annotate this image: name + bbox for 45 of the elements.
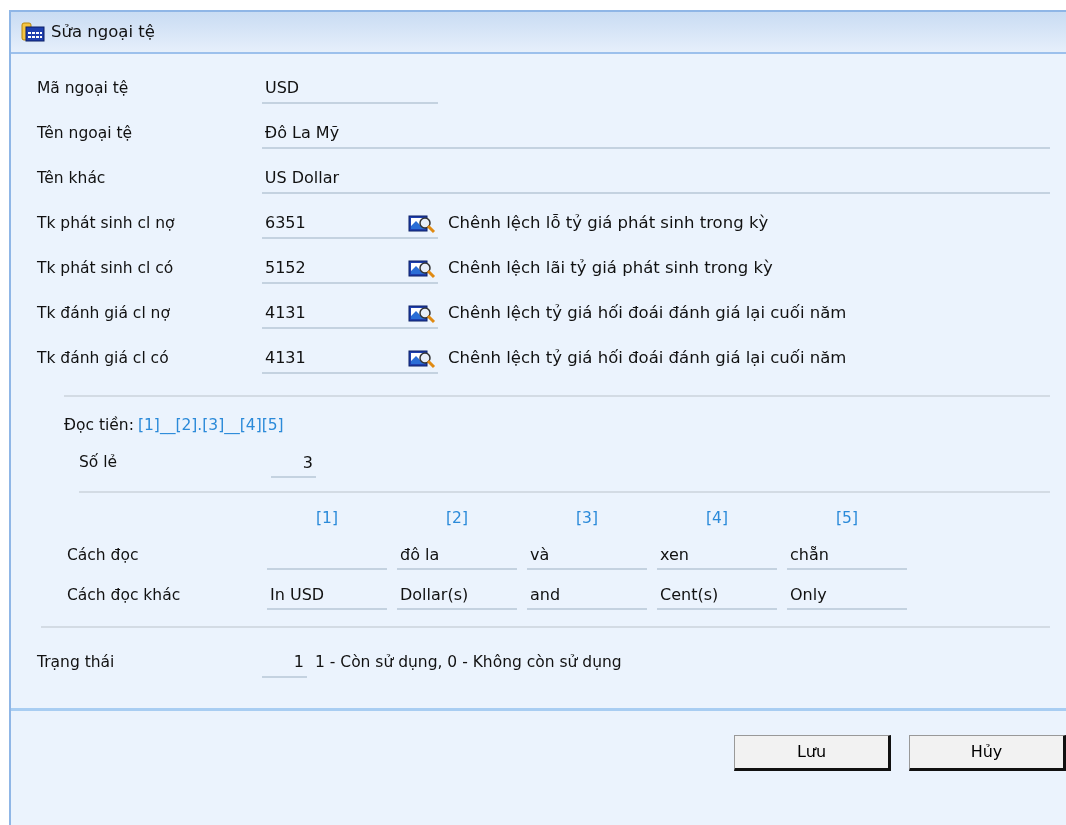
column-header: [5] bbox=[835, 508, 859, 529]
text-field[interactable]: đô la bbox=[397, 540, 517, 571]
lookup-icon[interactable] bbox=[408, 213, 436, 234]
lookup-icon[interactable] bbox=[408, 303, 436, 324]
decimals-field[interactable]: 3 bbox=[271, 448, 316, 478]
account-description: Chênh lệch tỷ giá hối đoái đánh giá lại cuối năm bbox=[448, 302, 847, 325]
reading-pattern: [1]__[2].[3]__[4][5] bbox=[137, 415, 284, 437]
text-field[interactable]: chẵn bbox=[787, 540, 907, 571]
text-field[interactable]: USD bbox=[262, 73, 438, 104]
text-field[interactable]: Only bbox=[787, 580, 907, 611]
text-field[interactable]: xen bbox=[657, 540, 777, 571]
text-field[interactable]: and bbox=[527, 580, 647, 611]
cancel-button[interactable]: Hủy bbox=[909, 735, 1066, 772]
reading-label: Đọc tiền: bbox=[64, 415, 134, 437]
field-label: Tên ngoại tệ bbox=[37, 122, 134, 144]
field-label: Mã ngoại tệ bbox=[37, 77, 130, 99]
column-header: [3] bbox=[575, 508, 599, 529]
account-description: Chênh lệch lỗ tỷ giá phát sinh trong kỳ bbox=[448, 212, 769, 235]
field-label: Tên khác bbox=[37, 167, 107, 189]
status-note: 1 - Còn sử dụng, 0 - Không còn sử dụng bbox=[315, 652, 622, 674]
text-field[interactable]: US Dollar bbox=[261, 163, 1050, 194]
column-header: [4] bbox=[705, 508, 729, 529]
status-label: Trạng thái bbox=[37, 652, 116, 674]
lookup-icon[interactable] bbox=[408, 258, 436, 279]
text-field[interactable]: Dollar(s) bbox=[397, 580, 517, 611]
account-description: Chênh lệch tỷ giá hối đoái đánh giá lại cuối năm bbox=[448, 347, 847, 370]
field-label: Tk đánh giá cl nợ bbox=[37, 302, 171, 324]
status-field[interactable]: 1 bbox=[262, 647, 307, 678]
column-header: [1] bbox=[315, 508, 339, 529]
lookup-icon[interactable] bbox=[408, 348, 436, 369]
text-field[interactable]: Đô La Mỹ bbox=[261, 118, 1050, 149]
field-label: Tk phát sinh cl có bbox=[37, 257, 175, 279]
row-label: Cách đọc khác bbox=[67, 584, 182, 606]
text-field[interactable]: In USD bbox=[267, 580, 387, 611]
column-header: [2] bbox=[445, 508, 469, 529]
field-label: Tk đánh giá cl có bbox=[37, 347, 170, 369]
decimals-label: Số lẻ bbox=[79, 452, 119, 474]
table-icon bbox=[21, 22, 45, 42]
save-button[interactable]: Lưu bbox=[734, 735, 891, 772]
window-title: Sửa ngoại tệ bbox=[51, 20, 155, 43]
text-field[interactable]: Cent(s) bbox=[657, 580, 777, 611]
field-label: Tk phát sinh cl nợ bbox=[37, 212, 176, 234]
text-field[interactable]: và bbox=[527, 540, 647, 571]
account-description: Chênh lệch lãi tỷ giá phát sinh trong kỳ bbox=[448, 257, 773, 280]
row-label: Cách đọc bbox=[67, 544, 140, 566]
